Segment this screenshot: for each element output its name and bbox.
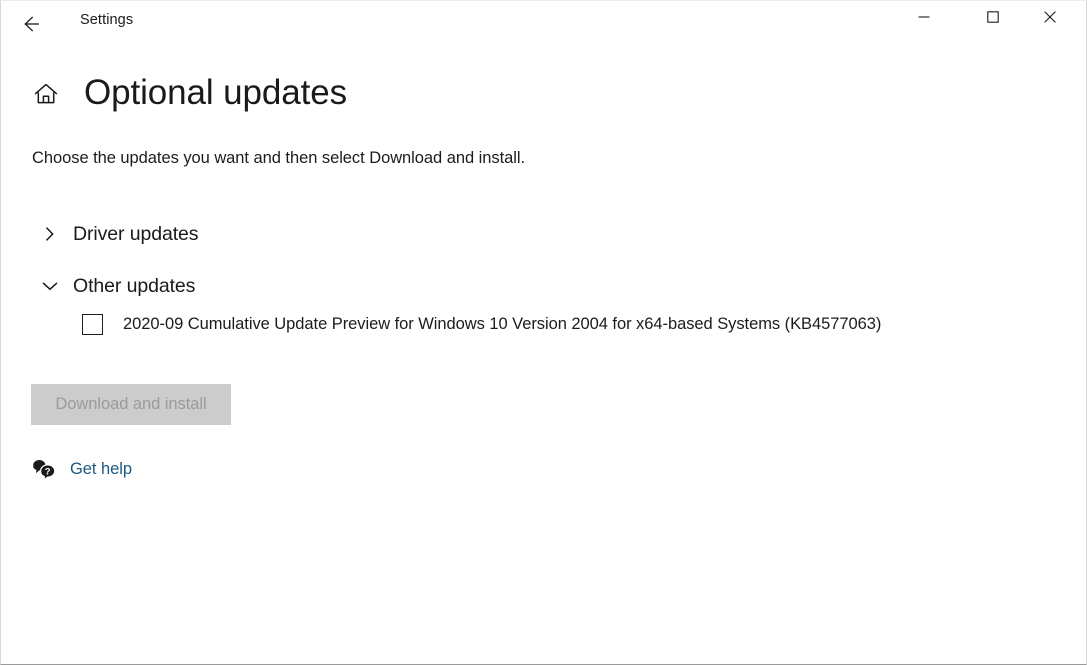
update-checkbox[interactable] — [82, 314, 103, 335]
svg-text:?: ? — [45, 467, 51, 478]
close-icon — [1039, 6, 1061, 28]
update-item-label: 2020-09 Cumulative Update Preview for Wi… — [123, 315, 882, 333]
back-arrow-icon — [19, 12, 43, 36]
window-title: Settings — [80, 12, 134, 28]
page-title: Optional updates — [84, 73, 348, 112]
page-header: Optional updates — [1, 63, 1086, 123]
home-icon[interactable] — [31, 79, 61, 109]
chevron-down-icon — [32, 269, 68, 303]
minimize-icon — [913, 6, 935, 28]
chevron-right-icon — [32, 217, 68, 251]
get-help-link[interactable]: ? Get help — [30, 453, 132, 485]
settings-window: Settings Optional updates Choose the upd… — [0, 0, 1087, 665]
get-help-label: Get help — [70, 459, 132, 478]
download-and-install-button[interactable]: Download and install — [31, 384, 231, 425]
minimize-button[interactable] — [901, 1, 947, 33]
title-bar: Settings — [1, 1, 1086, 48]
group-label-other-updates: Other updates — [73, 274, 196, 297]
help-chat-bubble-icon: ? — [30, 455, 58, 483]
maximize-icon — [982, 6, 1004, 28]
page-subtitle: Choose the updates you want and then sel… — [32, 149, 525, 167]
maximize-button[interactable] — [970, 1, 1016, 33]
list-item[interactable]: 2020-09 Cumulative Update Preview for Wi… — [82, 314, 881, 335]
group-label-driver-updates: Driver updates — [73, 222, 199, 245]
back-button[interactable] — [9, 4, 53, 44]
group-header-driver-updates[interactable]: Driver updates — [32, 217, 199, 251]
group-header-other-updates[interactable]: Other updates — [32, 269, 195, 303]
close-button[interactable] — [1027, 1, 1073, 33]
